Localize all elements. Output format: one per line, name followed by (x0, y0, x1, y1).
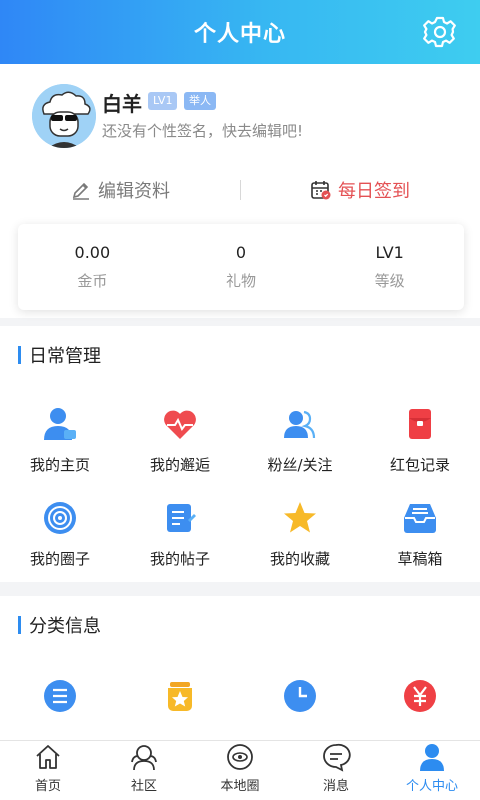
section-title-text: 日常管理 (29, 346, 101, 367)
clock-icon (280, 676, 320, 716)
section-title: 分类信息 (18, 614, 101, 637)
edit-profile-label: 编辑资料 (98, 181, 170, 202)
menu-label: 草稿箱 (397, 550, 443, 568)
tab-profile[interactable]: 个人中心 (384, 741, 480, 800)
bottom-tab-bar: 首页 社区 本地圈 消息 个人中心 (0, 740, 480, 800)
menu-my-homepage[interactable]: 我的主页 (0, 404, 120, 498)
profile-page: 个人中心 白羊 LV1 举人 还没有个性签名，快去编辑吧! 编辑资料 每日签到 … (0, 0, 480, 800)
stat-value: LV1 (375, 243, 404, 262)
stat-label: 等级 (374, 272, 405, 290)
section-marker (18, 616, 21, 634)
profile-actions: 编辑资料 每日签到 (0, 168, 480, 212)
signature-text[interactable]: 还没有个性签名，快去编辑吧! (102, 120, 303, 141)
menu-fans-follow[interactable]: 粉丝/关注 (240, 404, 360, 498)
daily-signin-label: 每日签到 (338, 181, 410, 202)
message-icon (320, 741, 352, 773)
stat-level[interactable]: LV1 等级 (315, 224, 464, 310)
yuan-icon (400, 676, 440, 716)
stat-label: 金币 (77, 272, 108, 290)
menu-label: 我的帖子 (149, 550, 210, 568)
menu-drafts[interactable]: 草稿箱 (360, 498, 480, 592)
target-icon (40, 498, 80, 538)
header-bar: 个人中心 (0, 0, 480, 64)
gear-icon (423, 16, 456, 48)
profile-icon (416, 741, 448, 773)
tab-label: 个人中心 (405, 779, 458, 794)
section-title: 日常管理 (18, 344, 101, 367)
edit-profile-button[interactable]: 编辑资料 (0, 177, 240, 203)
star-icon (280, 498, 320, 538)
avatar-image (32, 84, 96, 148)
category-info-section: 分类信息 (0, 596, 480, 740)
avatar[interactable] (32, 84, 96, 148)
tab-messages[interactable]: 消息 (288, 741, 384, 800)
stats-card: 0.00 金币 0 礼物 LV1 等级 (18, 224, 464, 310)
tab-label: 消息 (322, 779, 349, 794)
menu-my-favorites[interactable]: 我的收藏 (240, 498, 360, 592)
menu-my-circle[interactable]: 我的圈子 (0, 498, 120, 592)
heart-pulse-icon (160, 404, 200, 444)
users-icon (280, 404, 320, 444)
menu-label: 我的收藏 (269, 550, 330, 568)
menu-label: 我的圈子 (29, 550, 90, 568)
menu-label: 我的邂逅 (149, 456, 210, 474)
section-marker (18, 346, 21, 364)
tab-label: 社区 (130, 779, 157, 794)
star-jar-icon (160, 676, 200, 716)
profile-card: 白羊 LV1 举人 还没有个性签名，快去编辑吧! 编辑资料 每日签到 0.00 … (0, 64, 480, 318)
menu-label: 红包记录 (389, 456, 450, 474)
tab-community[interactable]: 社区 (96, 741, 192, 800)
stat-label: 礼物 (226, 272, 257, 290)
menu-red-envelope[interactable]: 红包记录 (360, 404, 480, 498)
tab-home[interactable]: 首页 (0, 741, 96, 800)
red-envelope-icon (400, 404, 440, 444)
calendar-icon (310, 179, 332, 201)
stat-value: 0.00 (74, 243, 111, 262)
stat-coins[interactable]: 0.00 金币 (18, 224, 167, 310)
community-icon (128, 741, 160, 773)
tab-label: 本地圈 (220, 779, 260, 794)
post-icon (160, 498, 200, 538)
daily-signin-button[interactable]: 每日签到 (240, 177, 480, 203)
stat-gifts[interactable]: 0 礼物 (167, 224, 316, 310)
inbox-icon (400, 498, 440, 538)
role-badge: 举人 (184, 92, 216, 110)
section-title-text: 分类信息 (29, 616, 101, 637)
tab-label: 首页 (34, 779, 61, 794)
daily-grid: 我的主页 我的邂逅 粉丝/关注 红包记录 我的圈子 我的帖子 我的收藏 草稿箱 (0, 404, 480, 592)
username: 白羊 (102, 92, 142, 116)
settings-button[interactable] (422, 14, 458, 50)
list-icon (40, 676, 80, 716)
tab-local-circle[interactable]: 本地圈 (192, 741, 288, 800)
local-circle-icon (224, 741, 256, 773)
menu-my-encounter[interactable]: 我的邂逅 (120, 404, 240, 498)
menu-my-posts[interactable]: 我的帖子 (120, 498, 240, 592)
pencil-icon (70, 179, 92, 201)
home-icon (32, 741, 64, 773)
page-title: 个人中心 (193, 22, 286, 47)
menu-label: 粉丝/关注 (267, 456, 333, 474)
stat-value: 0 (235, 243, 247, 262)
daily-management-section: 日常管理 我的主页 我的邂逅 粉丝/关注 红包记录 我的圈子 我的帖子 我的收藏… (0, 326, 480, 582)
level-badge: LV1 (148, 92, 178, 110)
action-divider (240, 180, 241, 200)
menu-label: 我的主页 (29, 456, 90, 474)
user-home-icon (40, 404, 80, 444)
